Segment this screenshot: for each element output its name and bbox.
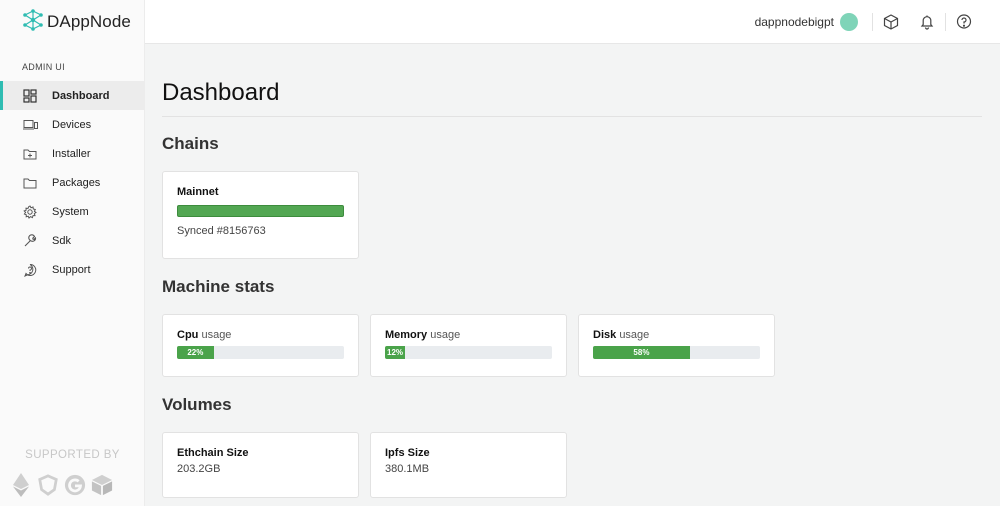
volume-card-ethchain: Ethchain Size 203.2GB: [162, 432, 359, 498]
page-title: Dashboard: [162, 79, 280, 106]
sidebar: DAppNode ADMIN UI Dashboard Devices Inst…: [0, 0, 145, 506]
sidebar-item-label: Installer: [52, 147, 91, 160]
memory-progress-fill: 12%: [385, 346, 406, 359]
stat-card-memory: Memory usage 12%: [370, 314, 567, 377]
bell-icon[interactable]: [919, 14, 935, 30]
cube-logo[interactable]: [91, 472, 113, 498]
sidebar-item-label: Dashboard: [52, 89, 110, 102]
dashboard-icon: [22, 88, 38, 104]
chain-name: Mainnet: [177, 186, 219, 198]
disk-progress-fill: 58%: [593, 346, 690, 359]
avatar[interactable]: [840, 12, 858, 31]
sidebar-item-installer[interactable]: Installer: [0, 139, 144, 168]
package-icon[interactable]: [883, 13, 899, 30]
sidebar-item-dashboard[interactable]: Dashboard: [0, 81, 144, 110]
stat-card-disk: Disk usage 58%: [578, 314, 775, 377]
sidebar-item-label: Packages: [52, 176, 101, 189]
cpu-progress-fill: 22%: [177, 346, 214, 359]
divider: [945, 12, 946, 31]
wrench-icon: [22, 233, 38, 249]
ethereum-logo[interactable]: [10, 472, 32, 498]
sidebar-item-system[interactable]: System: [0, 197, 144, 226]
stat-title: Disk usage: [593, 329, 650, 341]
sidebar-item-devices[interactable]: Devices: [0, 110, 144, 139]
installer-icon: [22, 146, 38, 162]
volume-card-ipfs: Ipfs Size 380.1MB: [370, 432, 567, 498]
sidebar-item-packages[interactable]: Packages: [0, 168, 144, 197]
supported-by-label: SUPPORTED BY: [25, 449, 120, 461]
sidebar-item-support[interactable]: Support: [0, 255, 144, 284]
chain-status: Synced #8156763: [177, 225, 266, 237]
giveth-logo[interactable]: [64, 472, 86, 498]
divider: [872, 12, 873, 31]
username[interactable]: dappnodebigpt: [755, 15, 834, 29]
sponsor-logos: [10, 472, 113, 498]
stat-title: Memory usage: [385, 329, 461, 341]
volume-name: Ipfs Size: [385, 447, 430, 459]
sidebar-item-label: System: [52, 205, 89, 218]
aragon-logo[interactable]: [37, 472, 59, 498]
devices-icon: [22, 117, 38, 133]
sidebar-item-label: Devices: [52, 118, 92, 131]
gear-icon: [22, 204, 38, 220]
dappnode-logo-icon: [22, 8, 44, 36]
help-icon[interactable]: [956, 13, 972, 30]
disk-progress-bar: 58%: [593, 346, 760, 359]
sidebar-item-sdk[interactable]: Sdk: [0, 226, 144, 255]
main-content: Dashboard Chains Mainnet Synced #8156763…: [162, 44, 982, 498]
stat-card-cpu: Cpu usage 22%: [162, 314, 359, 377]
chain-sync-bar: [177, 205, 344, 217]
sidebar-item-label: Support: [52, 263, 91, 276]
cpu-progress-bar: 22%: [177, 346, 344, 359]
chain-card-mainnet[interactable]: Mainnet Synced #8156763: [162, 171, 359, 259]
folder-icon: [22, 175, 38, 191]
section-label: ADMIN UI: [22, 62, 65, 72]
top-bar: dappnodebigpt: [145, 0, 1000, 44]
sidebar-item-label: Sdk: [52, 234, 71, 247]
memory-progress-bar: 12%: [385, 346, 552, 359]
logo[interactable]: DAppNode: [0, 0, 144, 44]
sidebar-nav: Dashboard Devices Installer Packages Sys…: [0, 81, 144, 284]
machine-stats-section-title: Machine stats: [162, 277, 275, 296]
support-icon: [22, 262, 38, 278]
volume-value: 380.1MB: [385, 463, 430, 475]
title-divider: [162, 116, 982, 117]
volumes-section-title: Volumes: [162, 395, 232, 414]
volume-value: 203.2GB: [177, 463, 221, 475]
stat-title: Cpu usage: [177, 329, 232, 341]
brand-name: DAppNode: [47, 12, 131, 31]
chains-section-title: Chains: [162, 134, 219, 153]
volume-name: Ethchain Size: [177, 447, 249, 459]
